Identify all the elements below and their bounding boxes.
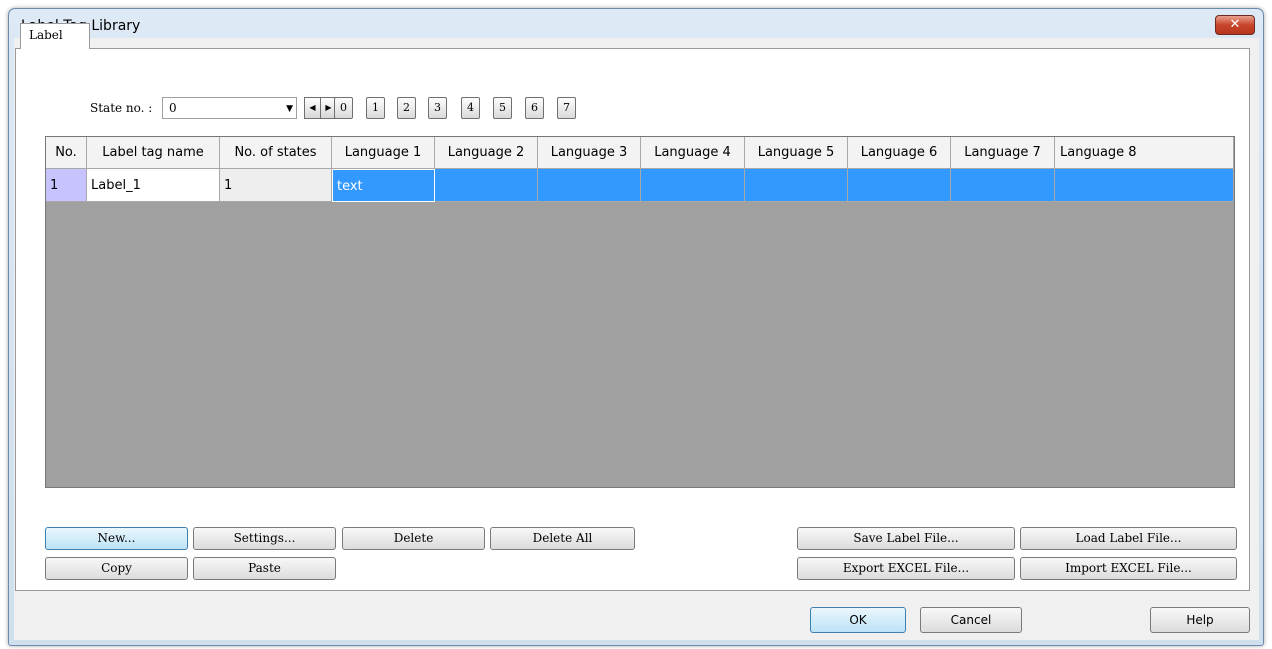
copy-button[interactable]: Copy bbox=[45, 557, 188, 580]
delete-all-button[interactable]: Delete All bbox=[490, 527, 635, 550]
state-no-value: 0 bbox=[169, 101, 177, 115]
title-bar: Label Tag Library ✕ bbox=[9, 9, 1263, 39]
language-5-cell[interactable] bbox=[745, 169, 848, 202]
column-header-no[interactable]: No. bbox=[46, 137, 87, 169]
state-no-label: State no. : bbox=[90, 101, 153, 115]
chevron-down-icon: ▼ bbox=[286, 104, 293, 114]
column-header-language-1[interactable]: Language 1 bbox=[332, 137, 435, 169]
language-8-cell[interactable] bbox=[1055, 169, 1234, 202]
arrow-right-icon: ▶ bbox=[325, 103, 332, 112]
column-header-language-4[interactable]: Language 4 bbox=[641, 137, 745, 169]
import-excel-file-button[interactable]: Import EXCEL File... bbox=[1020, 557, 1237, 580]
prev-state-button[interactable]: ◀ bbox=[304, 97, 321, 119]
language-4-cell[interactable] bbox=[641, 169, 745, 202]
language-3-cell[interactable] bbox=[538, 169, 641, 202]
state-button-7[interactable]: 7 bbox=[557, 97, 576, 119]
state-button-1[interactable]: 1 bbox=[366, 97, 385, 119]
language-7-cell[interactable] bbox=[951, 169, 1055, 202]
column-header-label-tag-name[interactable]: Label tag name bbox=[87, 137, 220, 169]
load-label-file-button[interactable]: Load Label File... bbox=[1020, 527, 1237, 550]
column-header-language-3[interactable]: Language 3 bbox=[538, 137, 641, 169]
state-button-4[interactable]: 4 bbox=[461, 97, 480, 119]
state-button-0[interactable]: 0 bbox=[334, 97, 353, 119]
cancel-button[interactable]: Cancel bbox=[920, 607, 1022, 633]
state-button-2[interactable]: 2 bbox=[397, 97, 416, 119]
tab-label[interactable]: Label bbox=[20, 23, 90, 49]
language-2-cell[interactable] bbox=[435, 169, 538, 202]
close-button[interactable]: ✕ bbox=[1215, 15, 1255, 35]
state-no-combobox[interactable]: 0 ▼ bbox=[162, 97, 297, 119]
state-button-3[interactable]: 3 bbox=[428, 97, 447, 119]
paste-button[interactable]: Paste bbox=[193, 557, 336, 580]
column-header-language-6[interactable]: Language 6 bbox=[848, 137, 951, 169]
close-icon: ✕ bbox=[1229, 17, 1241, 32]
language-1-cell[interactable]: text bbox=[332, 169, 435, 202]
label-tag-name-cell[interactable]: Label_1 bbox=[87, 169, 220, 202]
export-excel-file-button[interactable]: Export EXCEL File... bbox=[797, 557, 1015, 580]
delete-button[interactable]: Delete bbox=[342, 527, 485, 550]
column-header-language-5[interactable]: Language 5 bbox=[745, 137, 848, 169]
column-header-language-2[interactable]: Language 2 bbox=[435, 137, 538, 169]
column-header-no-of-states[interactable]: No. of states bbox=[220, 137, 332, 169]
state-button-6[interactable]: 6 bbox=[525, 97, 544, 119]
no-of-states-cell[interactable]: 1 bbox=[220, 169, 332, 202]
column-header-language-8[interactable]: Language 8 bbox=[1055, 137, 1234, 169]
settings-button[interactable]: Settings... bbox=[193, 527, 336, 550]
row-number-cell[interactable]: 1 bbox=[46, 169, 87, 202]
column-header-language-7[interactable]: Language 7 bbox=[951, 137, 1055, 169]
arrow-left-icon: ◀ bbox=[309, 103, 316, 112]
new-button[interactable]: New... bbox=[45, 527, 188, 550]
ok-button[interactable]: OK bbox=[810, 607, 906, 633]
save-label-file-button[interactable]: Save Label File... bbox=[797, 527, 1015, 550]
label-tag-grid[interactable]: No. Label tag name No. of states Languag… bbox=[45, 136, 1235, 488]
help-button[interactable]: Help bbox=[1150, 607, 1250, 633]
state-button-5[interactable]: 5 bbox=[493, 97, 512, 119]
language-6-cell[interactable] bbox=[848, 169, 951, 202]
